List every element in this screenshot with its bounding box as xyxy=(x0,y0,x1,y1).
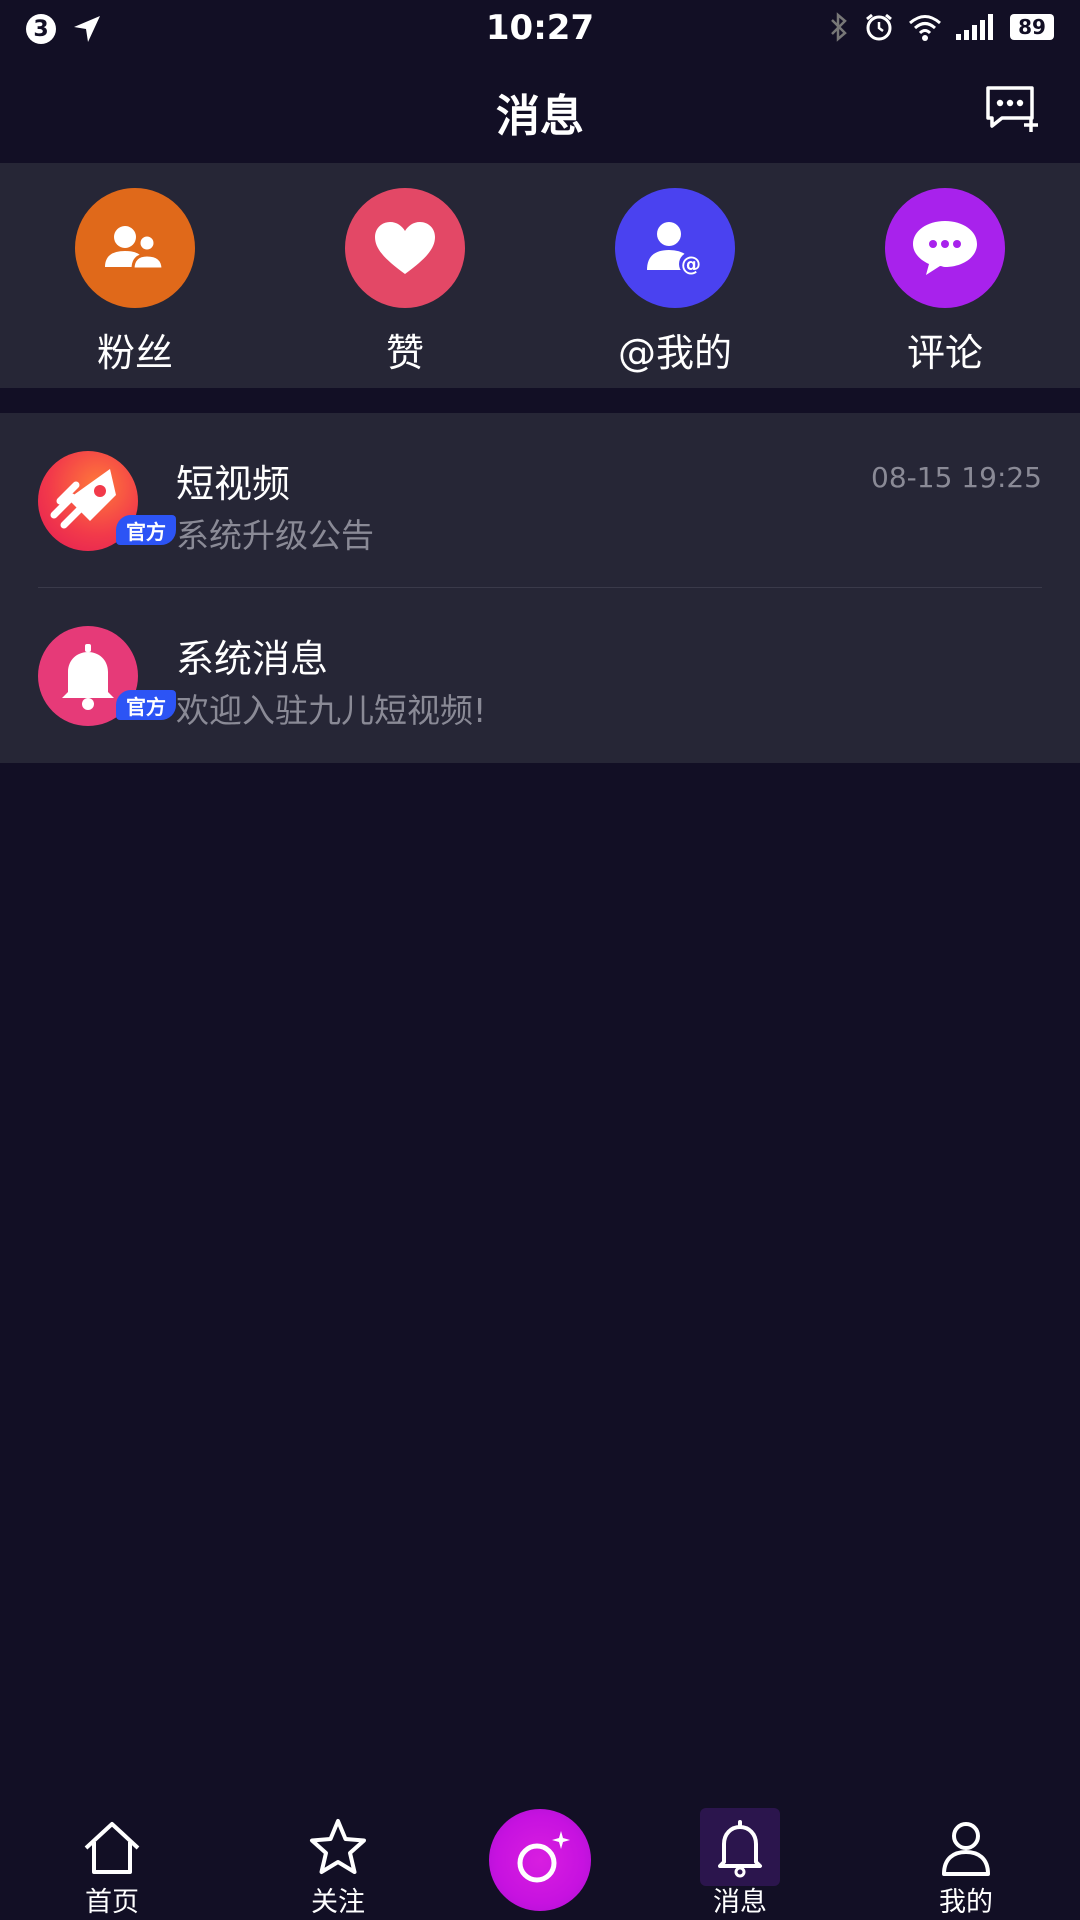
heart-icon xyxy=(375,222,435,274)
shortcut-label: @我的 xyxy=(617,331,732,375)
wifi-icon xyxy=(909,15,941,41)
camera-button[interactable] xyxy=(489,1809,591,1911)
bluetooth-icon xyxy=(831,12,847,42)
svg-text:@: @ xyxy=(681,252,701,276)
list-item-short-video[interactable]: 官方 短视频 系统升级公告 08-15 19:25 xyxy=(0,413,1080,588)
nav-label: 消息 xyxy=(713,1887,767,1918)
official-badge: 官方 xyxy=(116,515,176,545)
star-icon xyxy=(310,1819,366,1874)
new-message-icon xyxy=(986,86,1038,132)
nav-label: 首页 xyxy=(85,1887,139,1918)
comment-icon xyxy=(913,221,977,275)
shortcut-likes[interactable]: 赞 xyxy=(270,163,540,388)
page-title: 消息 xyxy=(496,91,584,142)
list-item-system-messages[interactable]: 官方 系统消息 欢迎入驻九儿短视频! xyxy=(0,588,1080,763)
shortcut-mentions[interactable]: @ @我的 xyxy=(540,163,810,388)
bell-icon xyxy=(718,1820,762,1878)
comments-circle xyxy=(885,188,1005,308)
avatar: 官方 xyxy=(38,626,176,726)
mention-user-icon: @ xyxy=(647,222,703,276)
likes-circle xyxy=(345,188,465,308)
mentions-circle: @ xyxy=(615,188,735,308)
nav-label: 我的 xyxy=(939,1887,993,1918)
shortcut-label: 评论 xyxy=(906,331,983,375)
message-time: 08-15 19:25 xyxy=(871,461,1042,494)
nav-follow[interactable]: 关注 xyxy=(278,1800,398,1920)
official-badge: 官方 xyxy=(116,690,176,720)
home-icon xyxy=(84,1822,140,1874)
message-preview: 系统升级公告 xyxy=(176,516,374,555)
new-chat-button[interactable] xyxy=(984,84,1040,134)
shortcut-label: 粉丝 xyxy=(96,331,173,375)
camera-icon xyxy=(517,1831,570,1883)
profile-icon xyxy=(942,1822,990,1876)
message-list: 官方 短视频 系统升级公告 08-15 19:25 官方 系统消息 欢迎入驻九儿… xyxy=(0,413,1080,763)
message-title: 短视频 xyxy=(176,462,291,506)
nav-label: 关注 xyxy=(311,1887,365,1918)
shortcut-comments[interactable]: 评论 xyxy=(810,163,1080,388)
message-title: 系统消息 xyxy=(176,637,329,681)
nav-profile[interactable]: 我的 xyxy=(906,1800,1026,1920)
nav-home[interactable]: 首页 xyxy=(52,1800,172,1920)
shortcut-label: 赞 xyxy=(385,331,424,375)
signal-icon xyxy=(956,14,993,40)
nav-messages[interactable]: 消息 xyxy=(680,1800,800,1920)
fans-circle xyxy=(75,188,195,308)
alarm-icon xyxy=(866,13,892,41)
message-preview: 欢迎入驻九儿短视频! xyxy=(176,691,487,730)
bottom-navigation: 首页 关注 消息 我的 xyxy=(0,1800,1080,1920)
status-right: 89 xyxy=(828,12,1054,42)
fans-icon xyxy=(105,226,165,271)
shortcut-fans[interactable]: 粉丝 xyxy=(0,163,270,388)
battery-indicator: 89 xyxy=(1010,14,1054,40)
avatar: 官方 xyxy=(38,451,176,551)
status-bar: 3 10:27 89 xyxy=(0,0,1080,60)
notification-shortcuts: 粉丝 赞 @ @我的 评论 xyxy=(0,163,1080,388)
header: 消息 xyxy=(0,60,1080,162)
